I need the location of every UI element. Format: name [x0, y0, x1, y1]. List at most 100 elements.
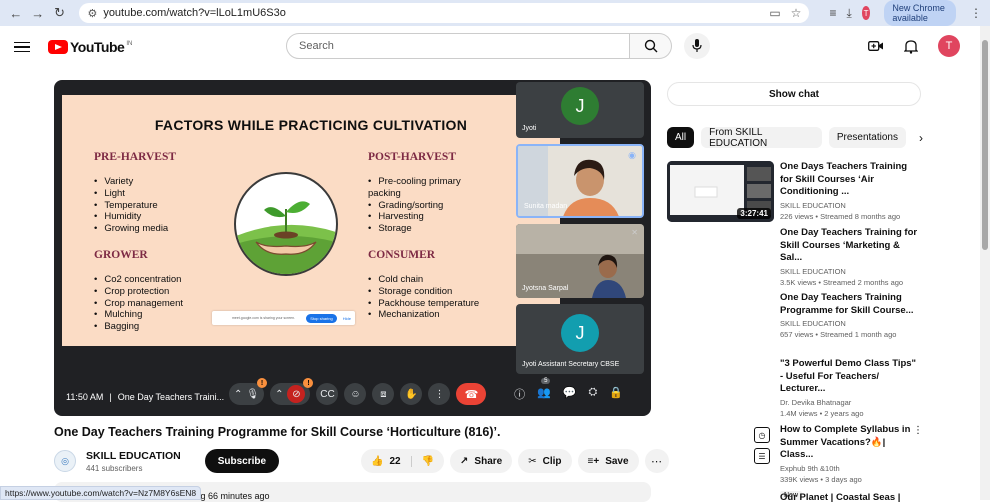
list-item[interactable]: How to Complete Syllabus in Summer Vacat… — [780, 424, 920, 502]
youtube-logo[interactable]: YouTube IN — [48, 39, 132, 55]
like-button[interactable]: 👍22 — [361, 456, 412, 467]
list-item[interactable]: One Day Teachers Training for Skill Cour… — [780, 227, 920, 287]
list-item: Packhouse temperature — [368, 298, 479, 310]
participant-tile[interactable]: Sunita madan ◉ — [516, 144, 644, 218]
rec-title[interactable]: How to Complete Syllabus in Summer Vacat… — [780, 424, 920, 462]
video-thumbnail[interactable]: 3:27:41 — [667, 161, 774, 222]
share-button[interactable]: ↗Share — [450, 449, 512, 473]
clip-button[interactable]: ✂Clip — [518, 449, 571, 473]
profile-avatar[interactable]: T — [862, 6, 871, 20]
leave-call-button[interactable]: ☎ — [456, 383, 486, 405]
rec-channel[interactable]: SKILL EDUCATION — [780, 201, 920, 210]
list-item[interactable]: "3 Powerful Demo Class Tips" - Useful Fo… — [780, 358, 920, 418]
rec-meta: 1.4M views • 2 years ago — [780, 409, 920, 418]
rec-title[interactable]: One Days Teachers Training for Skill Cou… — [780, 161, 920, 199]
more-vertical-icon[interactable]: ⋮ — [913, 425, 923, 436]
rec-channel[interactable]: Dr. Devika Bhatnagar — [780, 398, 920, 407]
chevron-right-icon[interactable]: › — [919, 131, 923, 145]
raise-hand-button[interactable]: ✋ — [400, 383, 422, 405]
camera-warning-badge: ! — [303, 378, 313, 388]
chip-presentations[interactable]: Presentations — [829, 127, 906, 148]
camera-off-icon[interactable]: ⊘ — [287, 385, 305, 403]
voice-search-button[interactable] — [684, 33, 710, 59]
url-text: youtube.com/watch?v=lLoL1mU6S3o — [103, 7, 763, 19]
hide-button[interactable]: Hide — [343, 316, 351, 321]
channel-row: ◎ SKILL EDUCATION 441 subscribers Subscr… — [54, 449, 651, 473]
dislike-button[interactable]: 👎 — [412, 456, 444, 467]
video-player[interactable]: FACTORS WHILE PRACTICING CULTIVATION PRE… — [54, 80, 651, 416]
activities-icon[interactable]: ⛭ — [588, 386, 597, 402]
chevron-up-icon[interactable]: ⌃ — [275, 389, 283, 400]
info-icon[interactable]: ⓘ — [514, 386, 525, 402]
chat-icon[interactable]: 💬 — [563, 386, 577, 402]
chrome-menu-icon[interactable]: ⋮ — [970, 6, 982, 20]
list-item[interactable]: One Days Teachers Training for Skill Cou… — [780, 161, 920, 221]
search-input[interactable]: Search — [286, 33, 630, 59]
hamburger-menu-icon[interactable] — [14, 42, 30, 53]
participant-tile[interactable]: Jyotsna Sarpal ✕ — [516, 224, 644, 298]
rec-title[interactable]: "3 Powerful Demo Class Tips" - Useful Fo… — [780, 358, 920, 396]
search-button[interactable] — [630, 33, 672, 59]
chevron-up-icon[interactable]: ⌃ — [234, 389, 242, 400]
host-controls-icon[interactable]: 🔒 — [609, 386, 623, 402]
meeting-time: 11:50 AM — [66, 392, 103, 402]
notifications-bell-icon[interactable] — [904, 39, 918, 54]
channel-avatar[interactable]: ◎ — [54, 450, 76, 472]
list-item: Mechanization — [368, 309, 479, 321]
rec-title[interactable]: Our Planet | Coastal Seas | FULL — [780, 492, 920, 502]
participant-avatar: J — [561, 87, 599, 125]
subscribe-button[interactable]: Subscribe — [205, 449, 279, 473]
create-video-icon[interactable] — [868, 40, 884, 52]
back-arrow-icon[interactable]: ← — [8, 3, 24, 23]
new-chrome-button[interactable]: New Chrome available — [884, 0, 956, 26]
rec-channel[interactable]: SKILL EDUCATION — [780, 319, 920, 328]
list-item[interactable]: Our Planet | Coastal Seas | FULL — [780, 492, 920, 502]
bookmark-star-icon[interactable]: ☆ — [791, 6, 802, 20]
media-control-icon[interactable]: ≡ — [829, 6, 836, 20]
more-options-button[interactable]: ⋮ — [428, 383, 450, 405]
participant-tile[interactable]: J Jyoti — [516, 82, 644, 138]
list-item: Pre-cooling primary packing — [368, 176, 478, 200]
more-actions-button[interactable]: ⋯ — [645, 449, 669, 473]
participant-tile[interactable]: J Jyoti Assistant Secretary CBSE — [516, 304, 644, 374]
clock-icon: ◷ — [754, 427, 770, 443]
share-note-text: meet.google.com is sharing your screen. — [212, 316, 295, 320]
present-button[interactable]: ⧈ — [372, 383, 394, 405]
pre-harvest-heading: PRE-HARVEST — [94, 151, 176, 163]
mic-control[interactable]: ⌃ 🎙 ! — [229, 383, 264, 405]
participant-name: Jyoti — [522, 125, 536, 132]
forward-arrow-icon[interactable]: → — [30, 3, 46, 23]
emoji-button[interactable]: ☺ — [344, 383, 366, 405]
download-icon[interactable]: ⤓ — [846, 6, 851, 21]
save-button[interactable]: ≡+Save — [578, 449, 639, 473]
camera-control[interactable]: ⌃ ⊘ ! — [270, 383, 310, 405]
rec-channel[interactable]: Exphub 9th &10th — [780, 464, 920, 473]
muted-mic-icon: ✕ — [631, 228, 638, 237]
list-item: Growing media — [94, 223, 168, 235]
rec-title[interactable]: One Day Teachers Training Programme for … — [780, 292, 920, 317]
stop-sharing-button[interactable]: Stop sharing — [306, 314, 336, 323]
address-bar[interactable]: ⚙ youtube.com/watch?v=lLoL1mU6S3o ▭ ☆ — [79, 3, 809, 23]
channel-name[interactable]: SKILL EDUCATION — [86, 450, 181, 462]
list-item: Crop management — [94, 298, 183, 310]
chip-from-channel[interactable]: From SKILL EDUCATION — [701, 127, 822, 148]
user-avatar[interactable]: T — [938, 35, 960, 57]
meeting-separator: | — [109, 392, 111, 402]
show-chat-button[interactable]: Show chat — [667, 82, 921, 106]
rec-title[interactable]: One Day Teachers Training for Skill Cour… — [780, 227, 920, 265]
chip-all[interactable]: All — [667, 127, 694, 148]
microphone-icon: 🎙 — [246, 389, 259, 400]
scrollbar-thumb[interactable] — [982, 40, 988, 250]
list-item[interactable]: One Day Teachers Training Programme for … — [780, 292, 920, 339]
captions-button[interactable]: CC — [316, 383, 338, 405]
logo-text: YouTube — [70, 39, 124, 55]
site-info-icon[interactable]: ⚙ — [87, 7, 97, 20]
cast-icon[interactable]: ▭ — [769, 6, 780, 20]
list-item: Cold chain — [368, 274, 479, 286]
reload-icon[interactable]: ↻ — [52, 3, 68, 23]
post-harvest-heading: POST-HARVEST — [368, 151, 456, 163]
meet-controls-bar: 11:50 AM | One Day Teachers Traini... ⌃ … — [54, 378, 651, 416]
rec-channel[interactable]: SKILL EDUCATION — [780, 267, 920, 276]
people-icon[interactable]: 👥5 — [537, 386, 551, 402]
list-item: Storage — [368, 223, 478, 235]
